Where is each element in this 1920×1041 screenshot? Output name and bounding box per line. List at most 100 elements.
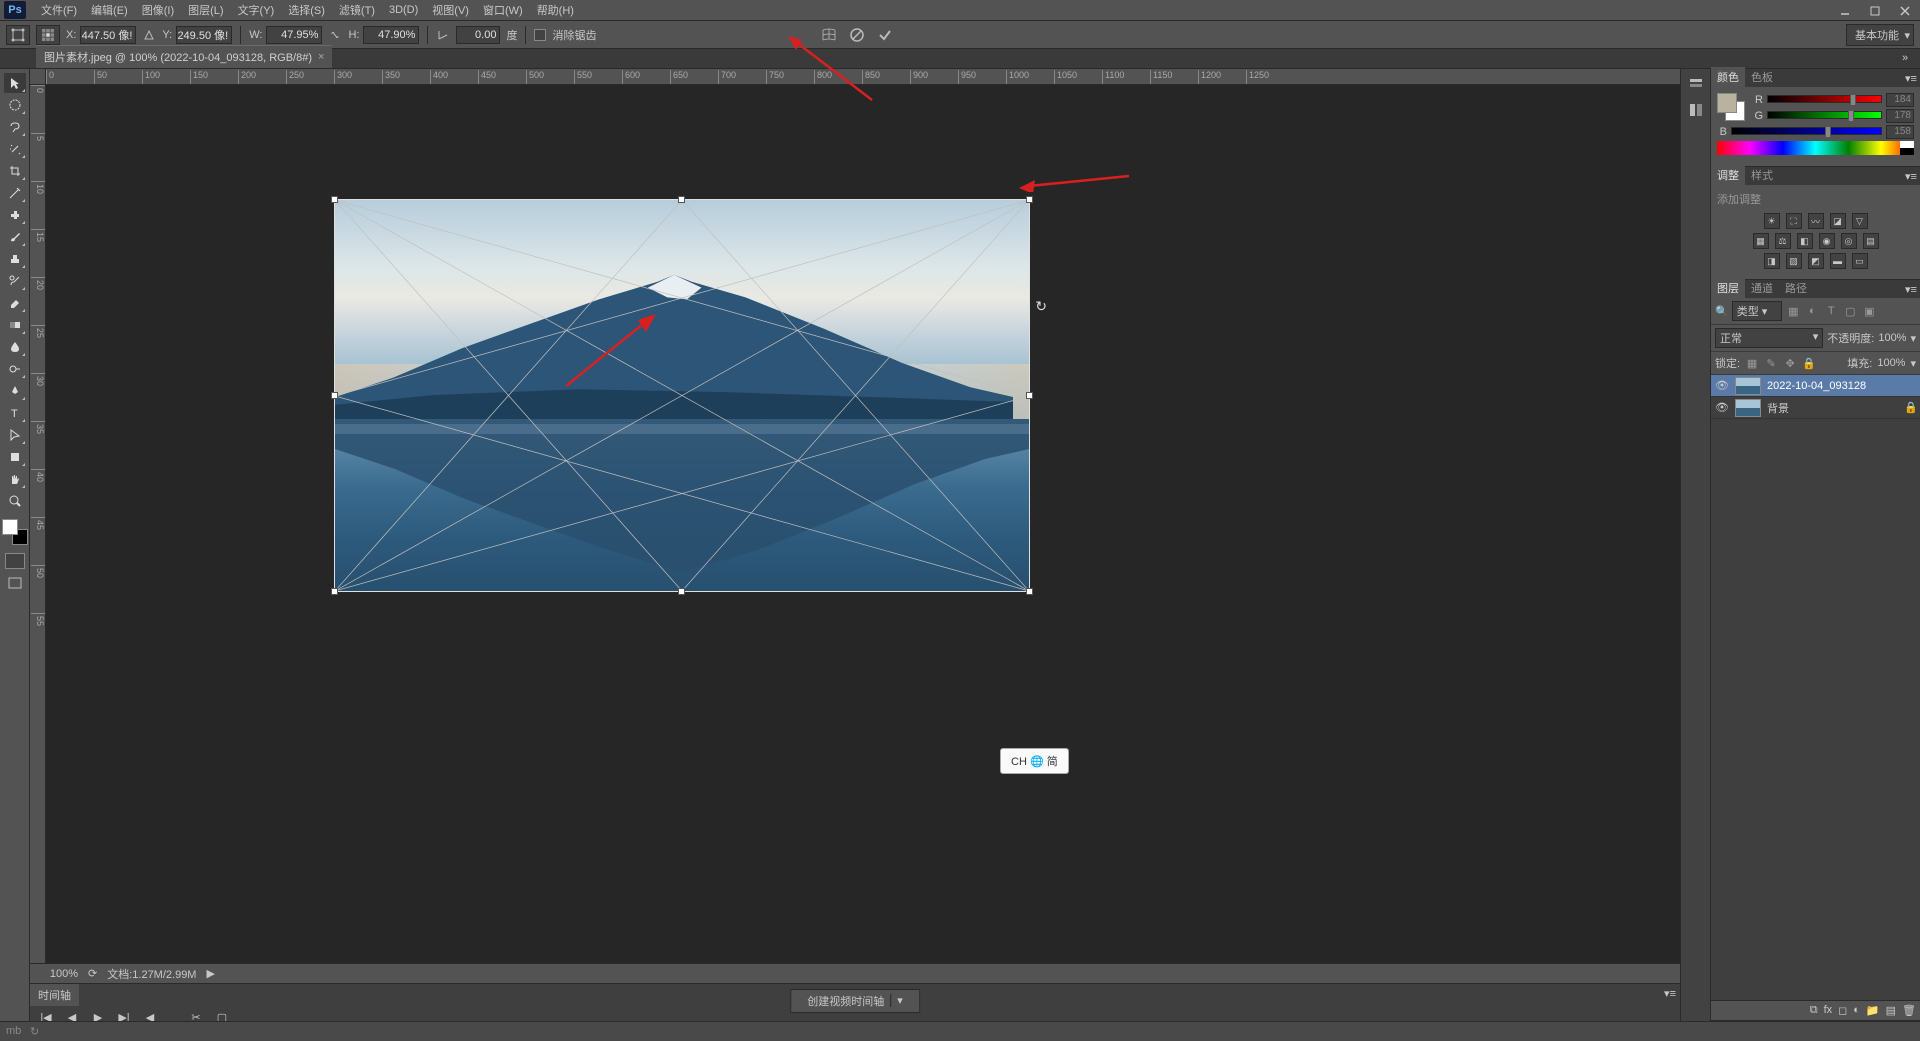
dodge-tool[interactable] (4, 359, 26, 379)
layer-visibility-icon[interactable]: 👁 (1715, 401, 1729, 414)
lock-pixels-icon[interactable]: ✎ (1764, 356, 1778, 370)
balance-adjust-icon[interactable]: ⚖ (1775, 233, 1791, 249)
hue-adjust-icon[interactable]: ▦ (1753, 233, 1769, 249)
menu-layer[interactable]: 图层(L) (181, 0, 230, 21)
image-transform-bounds[interactable]: ↻ (335, 200, 1029, 591)
layer-visibility-icon[interactable]: 👁 (1715, 379, 1729, 392)
lock-all-icon[interactable]: 🔒 (1802, 356, 1816, 370)
path-select-tool[interactable] (4, 425, 26, 445)
curves-adjust-icon[interactable]: 〰 (1808, 213, 1824, 229)
menu-type[interactable]: 文字(Y) (231, 0, 282, 21)
blur-tool[interactable] (4, 337, 26, 357)
canvas[interactable]: ↻ (46, 85, 1680, 963)
layer-row[interactable]: 👁 2022-10-04_093128 (1711, 375, 1920, 397)
delta-icon[interactable] (142, 28, 156, 42)
w-input[interactable] (266, 26, 322, 44)
timeline-tab[interactable]: 时间轴 (30, 984, 79, 1006)
magic-wand-tool[interactable] (4, 139, 26, 159)
layer-fx-icon[interactable]: fx (1824, 1004, 1833, 1017)
layer-mask-icon[interactable]: ◻ (1838, 1004, 1847, 1017)
sync-icon[interactable]: ↻ (30, 1025, 46, 1039)
quick-mask-button[interactable] (5, 553, 25, 569)
close-tab-icon[interactable]: × (318, 51, 324, 63)
status-more-icon[interactable]: ▶ (206, 967, 214, 980)
filter-search-icon[interactable]: 🔍 (1715, 305, 1729, 318)
properties-panel-icon[interactable] (1686, 101, 1706, 119)
filter-type-select[interactable]: 类型 ▾ (1732, 301, 1783, 321)
minimize-button[interactable] (1830, 0, 1860, 21)
layer-name[interactable]: 2022-10-04_093128 (1767, 380, 1916, 392)
h-input[interactable] (363, 26, 419, 44)
stamp-tool[interactable] (4, 249, 26, 269)
zoom-tool[interactable] (4, 491, 26, 511)
bw-adjust-icon[interactable]: ◧ (1797, 233, 1813, 249)
layer-thumbnail[interactable] (1735, 399, 1761, 417)
vibrance-adjust-icon[interactable]: ▽ (1852, 213, 1868, 229)
aspect-link-icon[interactable] (328, 28, 342, 42)
transform-tool-icon[interactable] (6, 25, 30, 45)
status-refresh-icon[interactable]: ⟳ (88, 967, 97, 980)
healing-tool[interactable] (4, 205, 26, 225)
foreground-color-swatch[interactable] (2, 519, 18, 535)
move-tool[interactable] (4, 73, 26, 93)
filter-type-icon[interactable]: T (1823, 304, 1839, 318)
layers-panel-menu-icon[interactable]: ▾≡ (1905, 283, 1917, 293)
eraser-tool[interactable] (4, 293, 26, 313)
crop-tool[interactable] (4, 161, 26, 181)
filter-pixel-icon[interactable]: ▦ (1785, 304, 1801, 318)
menu-image[interactable]: 图像(I) (135, 0, 181, 21)
zoom-level[interactable]: 100% (36, 968, 78, 980)
blend-mode-select[interactable]: 正常 ▾ (1715, 328, 1823, 348)
warp-mode-icon[interactable] (818, 25, 840, 45)
layer-thumbnail[interactable] (1735, 377, 1761, 395)
lock-transparency-icon[interactable]: ▦ (1745, 356, 1759, 370)
color-panel-menu-icon[interactable]: ▾≡ (1905, 72, 1917, 82)
ruler-origin[interactable] (30, 69, 46, 85)
filter-smart-icon[interactable]: ▣ (1861, 304, 1877, 318)
hand-tool[interactable] (4, 469, 26, 489)
history-panel-icon[interactable] (1686, 75, 1706, 93)
document-info[interactable]: 文档:1.27M/2.99M (107, 966, 196, 982)
screen-mode-button[interactable] (5, 575, 25, 591)
menu-3d[interactable]: 3D(D) (382, 1, 425, 19)
angle-input[interactable] (456, 26, 500, 44)
y-input[interactable] (176, 26, 232, 44)
type-tool[interactable]: T (4, 403, 26, 423)
exposure-adjust-icon[interactable]: ◪ (1830, 213, 1846, 229)
history-brush-tool[interactable] (4, 271, 26, 291)
mixer-adjust-icon[interactable]: ◎ (1841, 233, 1857, 249)
pen-tool[interactable] (4, 381, 26, 401)
new-layer-icon[interactable]: ▤ (1886, 1004, 1896, 1017)
menu-select[interactable]: 选择(S) (281, 0, 332, 21)
lock-position-icon[interactable]: ✥ (1783, 356, 1797, 370)
new-fill-icon[interactable]: ◐ (1853, 1004, 1860, 1017)
r-slider[interactable] (1767, 95, 1882, 105)
g-slider[interactable] (1767, 111, 1882, 121)
filter-shape-icon[interactable]: ▢ (1842, 304, 1858, 318)
color-panel-tab[interactable]: 颜色 (1711, 67, 1745, 87)
new-group-icon[interactable]: 📁 (1866, 1004, 1880, 1017)
color-spectrum[interactable] (1717, 141, 1914, 155)
horizontal-ruler[interactable]: 0501001502002503003504004505005506006507… (46, 69, 1680, 85)
r-value[interactable]: 184 (1886, 93, 1914, 107)
expand-tabs-icon[interactable]: » (1902, 52, 1916, 66)
reference-point-icon[interactable] (36, 25, 60, 45)
brightness-adjust-icon[interactable]: ☀ (1764, 213, 1780, 229)
gradient-tool[interactable] (4, 315, 26, 335)
gradient-map-adjust-icon[interactable]: ▬ (1830, 253, 1846, 269)
commit-transform-icon[interactable] (874, 25, 896, 45)
shape-tool[interactable] (4, 447, 26, 467)
fill-value[interactable]: 100% (1877, 357, 1905, 369)
delete-layer-icon[interactable]: 🗑 (1902, 1004, 1916, 1017)
document-tab[interactable]: 图片素材.jpeg @ 100% (2022-10-04_093128, RGB… (36, 45, 332, 68)
menu-edit[interactable]: 编辑(E) (84, 0, 135, 21)
menu-file[interactable]: 文件(F) (34, 0, 84, 21)
x-input[interactable] (80, 26, 136, 44)
marquee-tool[interactable] (4, 95, 26, 115)
color-swatches[interactable] (2, 519, 28, 545)
b-slider[interactable] (1731, 127, 1882, 137)
opacity-value[interactable]: 100% (1878, 332, 1906, 344)
channels-panel-tab[interactable]: 通道 (1745, 278, 1779, 298)
invert-adjust-icon[interactable]: ◨ (1764, 253, 1780, 269)
posterize-adjust-icon[interactable]: ▨ (1786, 253, 1802, 269)
